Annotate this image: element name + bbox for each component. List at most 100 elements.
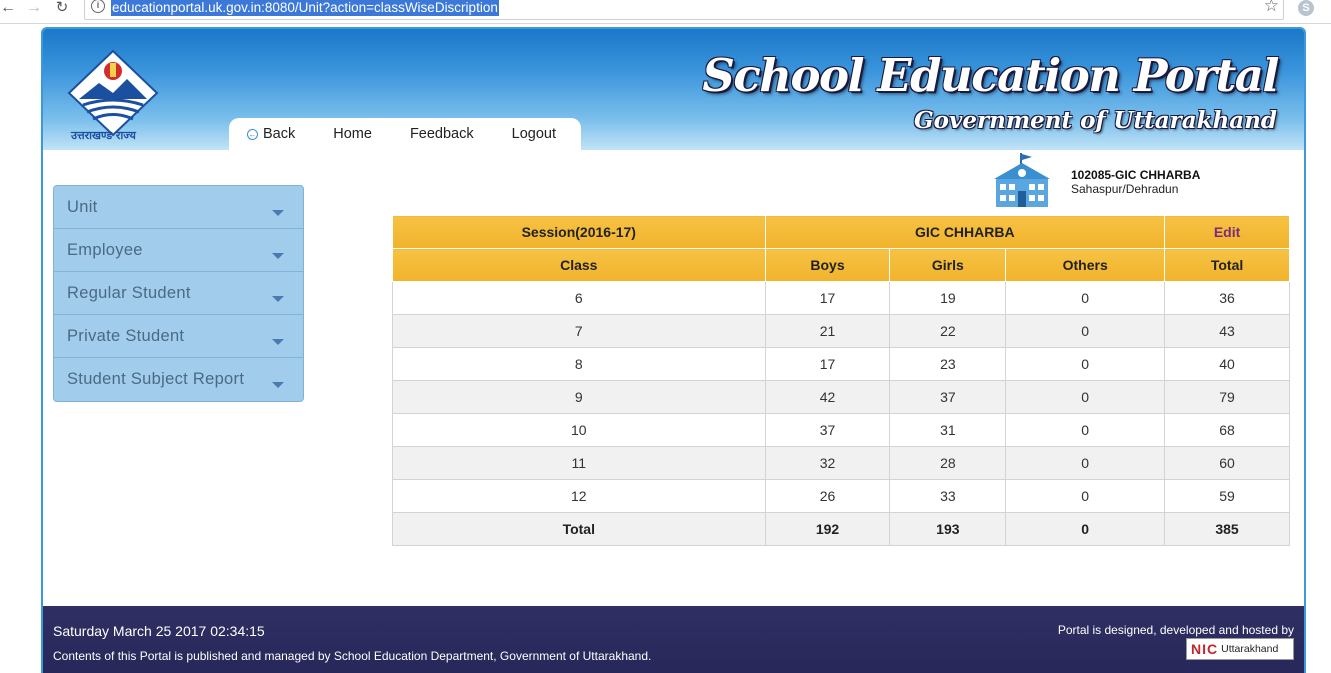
cell-others: 0 — [1005, 314, 1166, 348]
menu-home[interactable]: Home — [333, 126, 372, 142]
total-cell-others: 0 — [1005, 512, 1166, 546]
sidebar-item-unit[interactable]: Unit — [54, 186, 303, 229]
table-total-row: Total 192 193 0 385 — [392, 512, 1290, 546]
nic-text: Uttarakhand — [1221, 643, 1279, 655]
sidebar-item-employee[interactable]: Employee — [54, 229, 303, 272]
table-row: 9 42 37 0 79 — [392, 380, 1290, 414]
cell-class: 8 — [392, 347, 766, 381]
cell-total: 59 — [1164, 479, 1290, 513]
total-cell-girls: 193 — [889, 512, 1007, 546]
session-header: Session(2016-17) — [392, 215, 766, 249]
cell-girls: 33 — [889, 479, 1007, 513]
footer-note: Contents of this Portal is published and… — [53, 649, 652, 663]
cell-girls: 28 — [889, 446, 1007, 480]
cell-total: 40 — [1164, 347, 1290, 381]
school-code: 102085-GIC CHHARBA — [1071, 168, 1201, 182]
table-row: 11 32 28 0 60 — [392, 446, 1290, 480]
reload-icon[interactable]: ↻ — [54, 0, 70, 18]
cell-class: 11 — [392, 446, 766, 480]
cell-others: 0 — [1005, 380, 1166, 414]
class-wise-table: Session(2016-17) GIC CHHARBA Edit Class … — [392, 215, 1290, 546]
cell-class: 12 — [392, 479, 766, 513]
menu-feedback[interactable]: Feedback — [410, 126, 474, 142]
portal-subtitle: Government of Uttarakhand — [914, 107, 1277, 134]
column-header-boys: Boys — [764, 248, 891, 282]
sidebar-item-student-subject-report[interactable]: Student Subject Report — [54, 358, 303, 401]
address-bar[interactable]: i educationportal.uk.gov.in:8080/Unit?ac… — [84, 0, 1284, 20]
cell-others: 0 — [1005, 479, 1166, 513]
bookmark-star-icon[interactable]: ☆ — [1264, 0, 1279, 14]
cell-total: 60 — [1164, 446, 1290, 480]
nic-logo[interactable]: NIC Uttarakhand — [1186, 638, 1294, 660]
cell-total: 68 — [1164, 413, 1290, 447]
cell-boys: 17 — [764, 281, 891, 315]
portal-title: School Education Portal — [702, 49, 1279, 102]
cell-girls: 19 — [889, 281, 1007, 315]
cell-others: 0 — [1005, 413, 1166, 447]
sidebar-item-label: Unit — [67, 197, 98, 216]
caret-down-icon — [272, 253, 284, 259]
sidebar-item-private-student[interactable]: Private Student — [54, 315, 303, 358]
cell-others: 0 — [1005, 446, 1166, 480]
cell-boys: 32 — [764, 446, 891, 480]
table-row: 7 21 22 0 43 — [392, 314, 1290, 348]
site-header: उत्तराखण्ड राज्य ← Back Home Feedback Lo… — [43, 29, 1304, 150]
edit-link[interactable]: Edit — [1214, 224, 1240, 240]
cell-total: 43 — [1164, 314, 1290, 348]
caret-down-icon — [272, 210, 284, 216]
table-column-row: Class Boys Girls Others Total — [392, 248, 1290, 282]
cell-total: 79 — [1164, 380, 1290, 414]
cell-class: 7 — [392, 314, 766, 348]
browser-toolbar: ← → ↻ i educationportal.uk.gov.in:8080/U… — [0, 0, 1331, 24]
sidebar-item-label: Student Subject Report — [67, 370, 245, 388]
site-footer: Saturday March 25 2017 02:34:15 Contents… — [43, 606, 1304, 673]
total-cell-class: Total — [392, 512, 766, 546]
back-arrow-icon[interactable]: ← — [0, 0, 16, 18]
skype-extension-icon[interactable]: S — [1298, 0, 1314, 16]
page-frame: उत्तराखण्ड राज्य ← Back Home Feedback Lo… — [41, 27, 1306, 673]
sidebar-item-label: Employee — [67, 240, 143, 259]
school-building-icon — [994, 153, 1050, 207]
caret-down-icon — [272, 382, 284, 388]
column-header-girls: Girls — [889, 248, 1007, 282]
menu-logout[interactable]: Logout — [512, 126, 556, 142]
sidebar-item-regular-student[interactable]: Regular Student — [54, 272, 303, 315]
cell-others: 0 — [1005, 281, 1166, 315]
table-row: 6 17 19 0 36 — [392, 281, 1290, 315]
column-header-total: Total — [1164, 248, 1290, 282]
nic-mark: NIC — [1191, 641, 1219, 657]
cell-class: 10 — [392, 413, 766, 447]
table-row: 10 37 31 0 68 — [392, 413, 1290, 447]
cell-class: 6 — [392, 281, 766, 315]
info-icon[interactable]: i — [91, 0, 105, 13]
forward-arrow-icon[interactable]: → — [26, 0, 42, 18]
cell-boys: 42 — [764, 380, 891, 414]
sidebar-item-label: Regular Student — [67, 283, 191, 302]
cell-girls: 37 — [889, 380, 1007, 414]
cell-girls: 23 — [889, 347, 1007, 381]
table-row: 8 17 23 0 40 — [392, 347, 1290, 381]
column-header-others: Others — [1005, 248, 1166, 282]
back-circle-icon: ← — [247, 128, 258, 140]
edit-header: Edit — [1164, 215, 1290, 249]
table-row: 12 26 33 0 59 — [392, 479, 1290, 513]
footer-datetime: Saturday March 25 2017 02:34:15 — [53, 623, 265, 639]
caret-down-icon — [272, 296, 284, 302]
cell-boys: 37 — [764, 413, 891, 447]
sidebar-item-label: Private Student — [67, 326, 185, 345]
total-cell-boys: 192 — [764, 512, 891, 546]
menu-back-label: Back — [263, 126, 296, 142]
cell-girls: 22 — [889, 314, 1007, 348]
cell-class: 9 — [392, 380, 766, 414]
cell-boys: 17 — [764, 347, 891, 381]
sidebar-menu: Unit Employee Regular Student Private St… — [53, 185, 304, 402]
footer-hosted-text: Portal is designed, developed and hosted… — [1057, 623, 1294, 637]
school-name-header: GIC CHHARBA — [764, 215, 1166, 249]
menu-back[interactable]: ← Back — [247, 126, 295, 142]
url-text[interactable]: educationportal.uk.gov.in:8080/Unit?acti… — [111, 0, 499, 16]
column-header-class: Class — [392, 248, 766, 282]
caret-down-icon — [272, 339, 284, 345]
cell-boys: 21 — [764, 314, 891, 348]
top-menu: ← Back Home Feedback Logout — [229, 118, 581, 150]
cell-others: 0 — [1005, 347, 1166, 381]
